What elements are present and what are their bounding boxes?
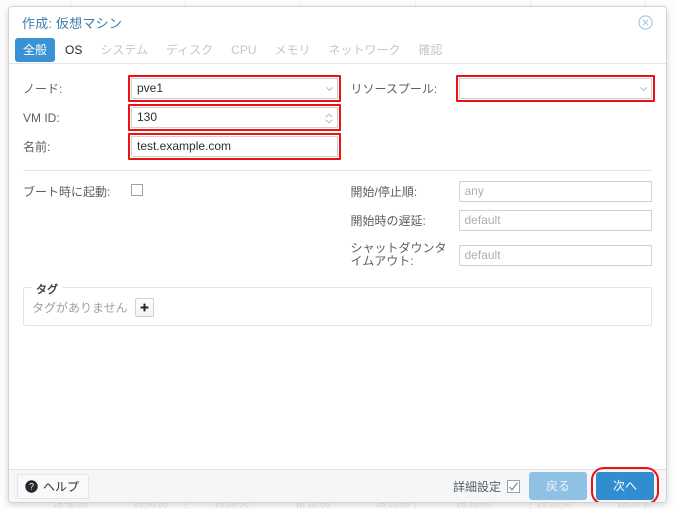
tags-row: タグがありません bbox=[32, 294, 643, 317]
start-order-input[interactable]: any bbox=[458, 181, 652, 202]
tab-disks: ディスク bbox=[166, 43, 214, 57]
next-button[interactable]: 次へ bbox=[595, 472, 654, 500]
advanced-checkbox[interactable] bbox=[506, 479, 520, 493]
field-row-vmid: VM ID: 130 bbox=[23, 104, 341, 131]
advanced-toggle[interactable]: 詳細設定 bbox=[453, 478, 520, 495]
node-label: ノード: bbox=[23, 82, 63, 96]
svg-text:?: ? bbox=[29, 481, 34, 491]
tab-memory: メモリ bbox=[274, 43, 311, 57]
shutdown-timeout-control: default bbox=[458, 244, 652, 266]
chevron-down-icon[interactable] bbox=[640, 86, 647, 91]
help-label: ヘルプ bbox=[43, 479, 80, 494]
shutdown-timeout-label: シャットダウンタイムアウト: bbox=[350, 241, 447, 268]
node-select[interactable]: pve1 bbox=[131, 78, 338, 99]
general-top-section: ノード: pve1 VM ID: 130 名前: test.example.co… bbox=[23, 75, 655, 163]
name-input[interactable]: test.example.com bbox=[131, 136, 338, 157]
tab-general[interactable]: 全般 bbox=[15, 38, 56, 62]
startup-delay-label: 開始時の遅延: bbox=[350, 214, 426, 228]
start-at-boot-label: ブート時に起動: bbox=[23, 185, 111, 199]
tags-fieldset: タグ タグがありません bbox=[23, 281, 652, 326]
vmid-input[interactable]: 130 bbox=[131, 107, 338, 128]
start-order-label: 開始/停止順: bbox=[350, 185, 418, 199]
tags-legend: タグ bbox=[32, 281, 62, 297]
field-row-start-at-boot: ブート時に起動: bbox=[23, 179, 338, 204]
add-tag-button[interactable] bbox=[134, 298, 154, 317]
startup-section: ブート時に起動: 開始/停止順: any 開始時の遅延: default シャッ… bbox=[23, 179, 652, 277]
name-label: 名前: bbox=[23, 140, 51, 154]
tab-cpu: CPU bbox=[231, 42, 257, 57]
field-row-startup-delay: 開始時の遅延: default bbox=[350, 208, 652, 233]
pool-select[interactable] bbox=[458, 78, 652, 99]
startup-delay-control: default bbox=[458, 210, 652, 231]
tab-network: ネットワーク bbox=[328, 43, 401, 57]
field-row-node: ノード: pve1 bbox=[23, 75, 341, 102]
general-right-column: リソースプール: bbox=[338, 75, 655, 163]
start-at-boot-control bbox=[131, 183, 338, 201]
shutdown-timeout-input[interactable]: default bbox=[458, 244, 652, 266]
plus-icon bbox=[140, 303, 149, 312]
vmid-control: 130 bbox=[128, 104, 341, 131]
pool-label: リソースプール: bbox=[350, 82, 438, 96]
tab-os[interactable]: OS bbox=[57, 40, 90, 61]
vmid-label: VM ID: bbox=[23, 110, 60, 125]
field-row-shutdown-timeout: シャットダウンタイムアウト: default bbox=[350, 237, 652, 273]
node-control: pve1 bbox=[128, 75, 341, 102]
create-vm-dialog: 作成: 仮想マシン 全般 OS システム ディスク CPU メモリ ネットワーク… bbox=[8, 6, 667, 503]
next-button-wrapper: 次へ bbox=[590, 467, 659, 502]
help-button[interactable]: ? ヘルプ bbox=[17, 473, 90, 499]
pool-control bbox=[455, 75, 655, 102]
chevron-down-icon[interactable] bbox=[325, 86, 333, 91]
dialog-title: 作成: 仮想マシン bbox=[22, 15, 123, 31]
start-order-control: any bbox=[458, 181, 652, 202]
tab-confirm: 確認 bbox=[418, 43, 443, 57]
close-circle-icon[interactable] bbox=[638, 15, 653, 30]
wizard-tabbar: 全般 OS システム ディスク CPU メモリ ネットワーク 確認 bbox=[9, 37, 666, 64]
tags-empty-text: タグがありません bbox=[32, 301, 128, 315]
dialog-footer: ? ヘルプ 詳細設定 戻る 次へ bbox=[9, 467, 666, 502]
spinner-arrows-icon[interactable] bbox=[324, 113, 333, 124]
name-control: test.example.com bbox=[128, 133, 341, 160]
advanced-label: 詳細設定 bbox=[452, 479, 501, 494]
field-row-start-order: 開始/停止順: any bbox=[350, 179, 652, 204]
startup-delay-input[interactable]: default bbox=[458, 210, 652, 231]
startup-left-column: ブート時に起動: bbox=[23, 179, 338, 277]
general-left-column: ノード: pve1 VM ID: 130 名前: test.example.co… bbox=[23, 75, 341, 163]
field-row-name: 名前: test.example.com bbox=[23, 133, 341, 160]
question-circle-icon: ? bbox=[25, 479, 38, 493]
dialog-titlebar: 作成: 仮想マシン bbox=[9, 7, 666, 37]
start-at-boot-checkbox[interactable] bbox=[131, 183, 143, 196]
startup-right-column: 開始/停止順: any 開始時の遅延: default シャットダウンタイムアウ… bbox=[338, 179, 652, 277]
dialog-body: ノード: pve1 VM ID: 130 名前: test.example.co… bbox=[9, 64, 666, 469]
tab-system: システム bbox=[100, 43, 148, 57]
section-divider bbox=[23, 170, 652, 171]
footer-actions: 詳細設定 戻る 次へ bbox=[453, 467, 659, 502]
back-button: 戻る bbox=[528, 472, 587, 500]
field-row-pool: リソースプール: bbox=[350, 75, 655, 102]
